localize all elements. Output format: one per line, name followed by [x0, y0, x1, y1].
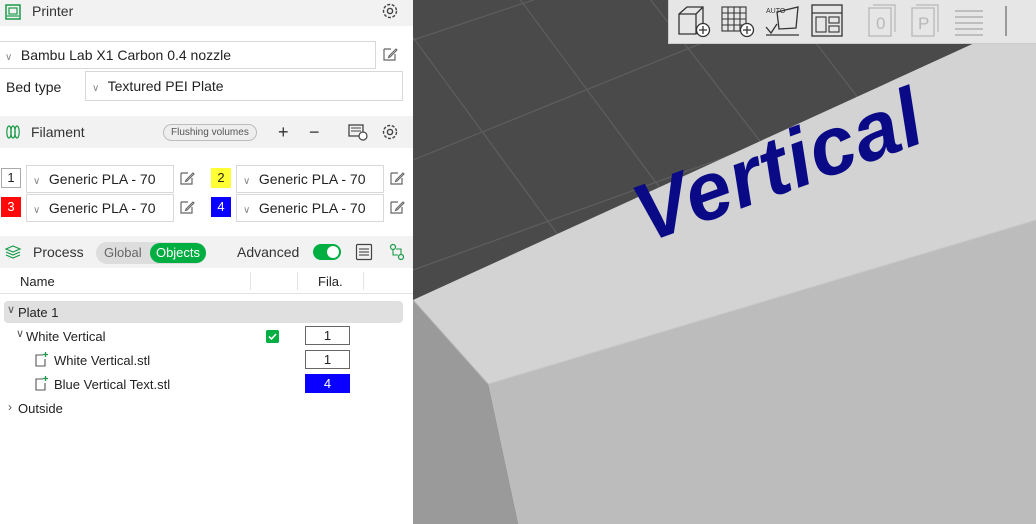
edit-printer-icon[interactable]	[382, 46, 398, 62]
advanced-label: Advanced	[237, 244, 300, 260]
object-fila-box[interactable]: 1	[305, 326, 350, 345]
bed-type-select[interactable]: ∨ Textured PEI Plate	[85, 71, 403, 101]
add-filament-button[interactable]: +	[278, 123, 289, 141]
edit-filament-2-icon[interactable]	[389, 170, 405, 186]
plate-0-label: 0	[876, 14, 885, 33]
toggle-knob	[327, 246, 339, 258]
process-layers-icon	[4, 245, 22, 259]
column-divider	[297, 272, 298, 290]
part-add-icon	[35, 376, 48, 391]
process-scope-toggle[interactable]: Global Objects	[96, 242, 206, 264]
process-list-icon[interactable]	[355, 243, 373, 261]
global-tab[interactable]: Global	[104, 245, 142, 260]
chevron-down-icon: ∨	[5, 52, 13, 63]
part-add-icon	[35, 352, 48, 367]
filament-slot-4-badge[interactable]: 4	[211, 197, 231, 217]
printer-section-header: Printer	[0, 0, 413, 26]
advanced-toggle[interactable]	[313, 244, 341, 260]
printer-settings-gear-icon[interactable]	[381, 2, 399, 20]
part-fila-box[interactable]: 4	[305, 374, 350, 393]
plate-label: Plate 1	[18, 305, 59, 320]
bed-type-value: Textured PEI Plate	[107, 78, 224, 94]
bed-type-label: Bed type	[6, 79, 62, 95]
filament-slot-2-select[interactable]: ∨ Generic PLA - 70	[236, 165, 384, 193]
edit-filament-3-icon[interactable]	[179, 199, 195, 215]
plate-p-label: P	[918, 14, 929, 33]
edit-filament-4-icon[interactable]	[389, 199, 405, 215]
add-cube-icon[interactable]	[673, 2, 713, 40]
process-title: Process	[33, 244, 84, 260]
filament-slot-4-select[interactable]: ∨ Generic PLA - 70	[236, 194, 384, 222]
name-column-header: Name	[20, 274, 55, 289]
printer-title: Printer	[32, 3, 74, 19]
object-list-header: Name Fila.	[0, 268, 413, 294]
chevron-down-icon: ∨	[92, 83, 100, 94]
object-visible-checkbox[interactable]	[266, 330, 279, 343]
plate-0-icon[interactable]: 0	[861, 2, 901, 40]
part-row[interactable]: Blue Vertical Text.stl 4	[0, 373, 413, 395]
filament-slot-3-name: Generic PLA - 70	[48, 200, 156, 216]
process-section-header: Process Advanced	[0, 236, 413, 268]
printer-icon	[5, 4, 21, 20]
column-divider	[363, 272, 364, 290]
objects-tab[interactable]: Objects	[150, 243, 206, 263]
filament-slot-1-badge[interactable]: 1	[1, 168, 21, 188]
filament-title: Filament	[31, 124, 85, 140]
filament-slot-1-name: Generic PLA - 70	[48, 171, 156, 187]
chevron-down-icon: ∨	[243, 205, 251, 216]
toolbar-divider	[1005, 6, 1007, 36]
chevron-down-icon: ∨	[33, 176, 41, 187]
remove-filament-button[interactable]: −	[309, 123, 320, 141]
chevron-down-icon: ∨	[243, 176, 251, 187]
filament-settings-gear-icon[interactable]	[381, 123, 399, 141]
outside-row[interactable]: › Outside	[0, 397, 413, 419]
part-name: White Vertical.stl	[54, 353, 151, 368]
auto-label: AUTO	[766, 8, 786, 15]
sidebar: Printer ∨ Bambu Lab X1 Carbon 0.4 nozzle…	[0, 0, 413, 524]
filament-icon	[6, 125, 20, 139]
filament-slot-2-badge[interactable]: 2	[211, 168, 231, 188]
flushing-volumes-button[interactable]: Flushing volumes	[163, 124, 257, 141]
printer-preset-value: Bambu Lab X1 Carbon 0.4 nozzle	[20, 47, 232, 63]
filament-slot-1-select[interactable]: ∨ Generic PLA - 70	[26, 165, 174, 193]
printer-preset-select[interactable]: ∨ Bambu Lab X1 Carbon 0.4 nozzle	[0, 41, 376, 69]
filament-slot-3-select[interactable]: ∨ Generic PLA - 70	[26, 194, 174, 222]
object-row[interactable]: ∨ White Vertical 1	[0, 325, 413, 347]
filament-slot-3-badge[interactable]: 3	[1, 197, 21, 217]
viewport-toolbar: AUTO 0 P	[668, 0, 1036, 44]
filament-slot-2-name: Generic PLA - 70	[258, 171, 366, 187]
fila-column-header: Fila.	[318, 274, 343, 289]
part-row[interactable]: White Vertical.stl 1	[0, 349, 413, 371]
part-fila-box[interactable]: 1	[305, 350, 350, 369]
chevron-right-icon[interactable]: ›	[8, 400, 12, 414]
chevron-down-icon: ∨	[33, 205, 41, 216]
filament-slot-4-name: Generic PLA - 70	[258, 200, 366, 216]
3d-viewport[interactable]: Vertical AUTO 0 P	[413, 0, 1036, 524]
layers-icon[interactable]	[949, 2, 989, 40]
part-name: Blue Vertical Text.stl	[54, 377, 171, 392]
column-divider	[250, 272, 251, 290]
add-grid-plate-icon[interactable]	[717, 2, 757, 40]
chevron-down-icon[interactable]: ∨	[7, 303, 15, 316]
filament-section-header: Filament Flushing volumes + −	[0, 116, 413, 148]
object-name: White Vertical	[26, 329, 106, 344]
outside-label: Outside	[18, 401, 63, 416]
chevron-down-icon[interactable]: ∨	[16, 327, 24, 340]
edit-filament-1-icon[interactable]	[179, 170, 195, 186]
sync-filament-icon[interactable]	[348, 123, 368, 141]
layout-icon[interactable]	[808, 2, 848, 40]
plate-p-icon[interactable]: P	[904, 2, 944, 40]
plate-row[interactable]: ∨ Plate 1	[4, 301, 403, 323]
process-compare-icon[interactable]	[389, 243, 405, 261]
build-plate-scene	[413, 0, 1036, 524]
auto-orient-icon[interactable]: AUTO	[763, 2, 803, 40]
